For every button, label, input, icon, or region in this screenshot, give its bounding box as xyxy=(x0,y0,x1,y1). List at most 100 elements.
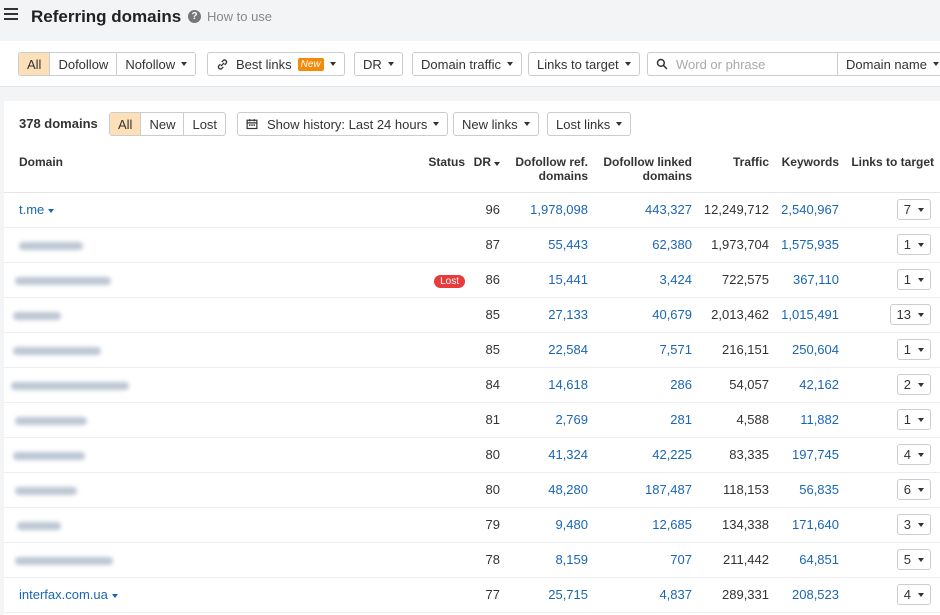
keywords-link[interactable]: 208,523 xyxy=(775,577,845,613)
column-links-to-target[interactable]: Links to target xyxy=(845,147,940,193)
keywords-link[interactable]: 367,110 xyxy=(775,262,845,298)
link-type-dofollow[interactable]: Dofollow xyxy=(50,53,118,75)
dofollow-ref-domains-link[interactable]: 41,324 xyxy=(506,437,594,473)
dofollow-ref-domains-link[interactable]: 2,769 xyxy=(506,402,594,438)
dofollow-ref-domains-link[interactable]: 48,280 xyxy=(506,472,594,508)
status-new[interactable]: New xyxy=(141,113,185,135)
links-to-target-select[interactable]: 13 xyxy=(889,304,931,325)
best-links-dropdown[interactable]: Best links New xyxy=(207,52,345,76)
keywords-link[interactable]: 1,015,491 xyxy=(775,297,845,333)
column-dr[interactable]: DR xyxy=(471,147,506,193)
links-to-target-select[interactable]: 4 xyxy=(896,444,931,465)
column-status[interactable]: Status xyxy=(414,147,471,193)
menu-icon[interactable] xyxy=(4,8,18,20)
dofollow-ref-domains-link[interactable]: 9,480 xyxy=(506,507,594,543)
traffic-value: 722,575 xyxy=(698,262,775,298)
dofollow-linked-domains-link[interactable]: 281 xyxy=(594,402,698,438)
links-to-target-dropdown[interactable]: Links to target xyxy=(528,52,640,76)
links-to-target-select[interactable]: 1 xyxy=(896,339,931,360)
blurred-domain xyxy=(13,451,85,460)
keywords-link[interactable]: 56,835 xyxy=(775,472,845,508)
links-to-target-value: 6 xyxy=(903,482,911,497)
search-scope-dropdown[interactable]: Domain name xyxy=(837,52,940,76)
links-to-target-select[interactable]: 4 xyxy=(896,584,931,605)
chevron-down-icon xyxy=(523,122,530,126)
status-cell xyxy=(414,472,471,508)
table-row: 84 14,618 286 54,057 42,162 2 xyxy=(4,367,940,403)
keywords-link[interactable]: 171,640 xyxy=(775,507,845,543)
table-row: 81 2,769 281 4,588 11,882 1 xyxy=(4,402,940,438)
keywords-link[interactable]: 11,882 xyxy=(775,402,845,438)
domain-link[interactable]: t.me xyxy=(19,202,44,217)
chevron-down-icon[interactable] xyxy=(111,593,118,598)
column-traffic[interactable]: Traffic xyxy=(698,147,775,193)
dofollow-linked-domains-link[interactable]: 62,380 xyxy=(594,227,698,263)
link-type-all[interactable]: All xyxy=(19,53,51,75)
blurred-domain xyxy=(15,416,87,425)
dofollow-linked-domains-link[interactable]: 707 xyxy=(594,542,698,578)
sort-desc-icon xyxy=(494,162,500,166)
column-keywords[interactable]: Keywords xyxy=(775,147,845,193)
history-dropdown[interactable]: Show history: Last 24 hours xyxy=(237,112,449,136)
dofollow-ref-domains-link[interactable]: 8,159 xyxy=(506,542,594,578)
chevron-down-icon xyxy=(616,122,623,126)
column-dofollow-ref-domains[interactable]: Dofollow ref. domains xyxy=(506,147,594,193)
search-icon xyxy=(656,58,668,70)
how-to-use-link[interactable]: ? How to use xyxy=(188,9,272,24)
dofollow-linked-domains-link[interactable]: 42,225 xyxy=(594,437,698,473)
links-to-target-select[interactable]: 5 xyxy=(896,549,931,570)
keywords-link[interactable]: 250,604 xyxy=(775,332,845,368)
keywords-link[interactable]: 64,851 xyxy=(775,542,845,578)
dofollow-ref-domains-link[interactable]: 1,978,098 xyxy=(506,192,594,228)
links-to-target-select[interactable]: 6 xyxy=(896,479,931,500)
search-input[interactable] xyxy=(676,56,826,72)
links-to-target-select[interactable]: 1 xyxy=(896,234,931,255)
dofollow-linked-domains-link[interactable]: 40,679 xyxy=(594,297,698,333)
lost-links-dropdown[interactable]: Lost links xyxy=(547,112,632,136)
dofollow-ref-domains-link[interactable]: 15,441 xyxy=(506,262,594,298)
dofollow-linked-domains-link[interactable]: 12,685 xyxy=(594,507,698,543)
chevron-down-icon xyxy=(918,207,924,212)
table-row: 85 22,584 7,571 216,151 250,604 1 xyxy=(4,332,940,368)
dofollow-linked-domains-link[interactable]: 286 xyxy=(594,367,698,403)
new-links-label: New links xyxy=(462,116,518,132)
dr-value: 80 xyxy=(471,472,506,508)
dofollow-linked-domains-link[interactable]: 443,327 xyxy=(594,192,698,228)
links-to-target-value: 1 xyxy=(903,342,911,357)
dofollow-ref-domains-link[interactable]: 22,584 xyxy=(506,332,594,368)
dr-value: 96 xyxy=(471,192,506,228)
dofollow-ref-domains-link[interactable]: 55,443 xyxy=(506,227,594,263)
traffic-value: 134,338 xyxy=(698,507,775,543)
dofollow-ref-domains-link[interactable]: 14,618 xyxy=(506,367,594,403)
links-to-target-select[interactable]: 1 xyxy=(896,269,931,290)
links-to-target-select[interactable]: 7 xyxy=(896,199,931,220)
status-lost[interactable]: Lost xyxy=(184,113,225,135)
dofollow-linked-domains-link[interactable]: 3,424 xyxy=(594,262,698,298)
chevron-down-icon xyxy=(624,62,631,66)
links-to-target-select[interactable]: 3 xyxy=(896,514,931,535)
dofollow-ref-domains-link[interactable]: 27,133 xyxy=(506,297,594,333)
links-to-target-select[interactable]: 1 xyxy=(896,409,931,430)
keywords-link[interactable]: 1,575,935 xyxy=(775,227,845,263)
domain-traffic-dropdown[interactable]: Domain traffic xyxy=(412,52,522,76)
column-dofollow-linked-domains[interactable]: Dofollow linked domains xyxy=(594,147,698,193)
dofollow-linked-domains-link[interactable]: 7,571 xyxy=(594,332,698,368)
keywords-link[interactable]: 2,540,967 xyxy=(775,192,845,228)
dofollow-linked-domains-link[interactable]: 4,837 xyxy=(594,577,698,613)
status-all[interactable]: All xyxy=(110,113,142,135)
domain-link[interactable]: interfax.com.ua xyxy=(19,587,108,602)
links-to-target-select[interactable]: 2 xyxy=(896,374,931,395)
dofollow-ref-domains-link[interactable]: 25,715 xyxy=(506,577,594,613)
blurred-domain xyxy=(15,556,113,565)
keywords-link[interactable]: 197,745 xyxy=(775,437,845,473)
links-to-target-label: Links to target xyxy=(537,56,619,72)
chevron-down-icon[interactable] xyxy=(48,208,55,213)
dofollow-linked-domains-link[interactable]: 187,487 xyxy=(594,472,698,508)
dr-dropdown[interactable]: DR xyxy=(354,52,403,76)
chevron-down-icon xyxy=(918,417,924,422)
new-links-dropdown[interactable]: New links xyxy=(453,112,539,136)
traffic-value: 2,013,462 xyxy=(698,297,775,333)
keywords-link[interactable]: 42,162 xyxy=(775,367,845,403)
column-domain[interactable]: Domain xyxy=(4,147,414,193)
link-type-nofollow-dropdown[interactable]: Nofollow xyxy=(117,53,195,75)
